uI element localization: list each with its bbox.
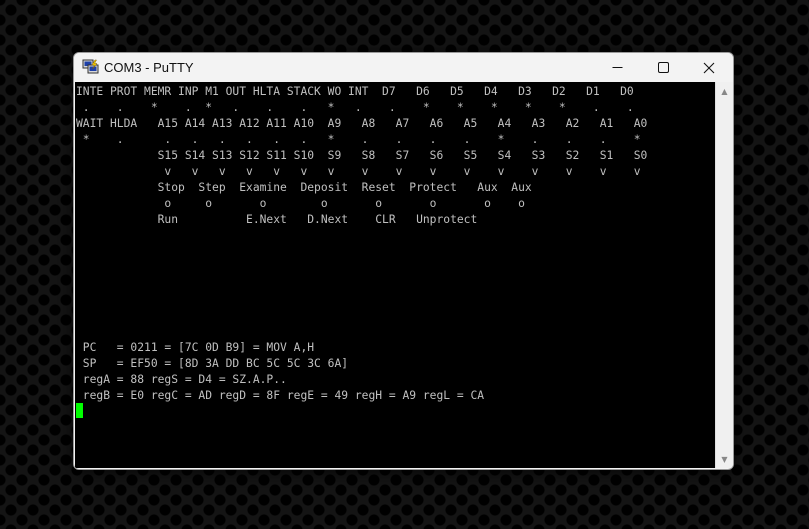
terminal-line: INTE PROT MEMR INP M1 OUT HLTA STACK WO … — [76, 85, 634, 98]
text-cursor — [76, 403, 83, 418]
window-title: COM3 - PuTTY — [104, 60, 194, 75]
minimize-button[interactable] — [594, 53, 640, 82]
scroll-down-icon[interactable]: ▼ — [716, 452, 733, 466]
close-icon — [703, 62, 715, 73]
maximize-icon — [657, 62, 669, 73]
minimize-icon — [612, 67, 622, 68]
terminal-line: SP = EF50 = [8D 3A DD BC 5C 5C 3C 6A] — [76, 357, 349, 370]
terminal-line: regA = 88 regS = D4 = SZ.A.P.. — [76, 373, 287, 386]
terminal-line: . . * . * . . . * . . * * * * * . . — [76, 101, 634, 114]
putty-icon — [82, 59, 99, 74]
terminal-line: S15 S14 S13 S12 S11 S10 S9 S8 S7 S6 S5 S… — [76, 149, 648, 162]
putty-window: COM3 - PuTTY INTE PROT MEMR INP M1 OUT H… — [73, 52, 734, 470]
close-button[interactable] — [686, 53, 732, 82]
terminal-line: v v v v v v v v v v v v v v v v — [76, 165, 641, 178]
scroll-up-icon[interactable]: ▲ — [716, 84, 733, 98]
terminal-line: o o o o o o o o — [76, 197, 525, 210]
terminal-line: WAIT HLDA A15 A14 A13 A12 A11 A10 A9 A8 … — [76, 117, 648, 130]
terminal-line: PC = 0211 = [7C 0D B9] = MOV A,H — [76, 341, 315, 354]
terminal-line: * . . . . . . . * . . . . * . . . * — [76, 133, 641, 146]
vertical-scrollbar[interactable]: ▲ ▼ — [715, 82, 733, 468]
maximize-button[interactable] — [640, 53, 686, 82]
title-bar[interactable]: COM3 - PuTTY — [74, 53, 733, 82]
terminal-screen[interactable]: INTE PROT MEMR INP M1 OUT HLTA STACK WO … — [75, 82, 715, 468]
terminal-line: regB = E0 regC = AD regD = 8F regE = 49 … — [76, 389, 485, 402]
terminal-line: Run E.Next D.Next CLR Unprotect — [76, 213, 478, 226]
terminal-line: Stop Step Examine Deposit Reset Protect … — [76, 181, 532, 194]
